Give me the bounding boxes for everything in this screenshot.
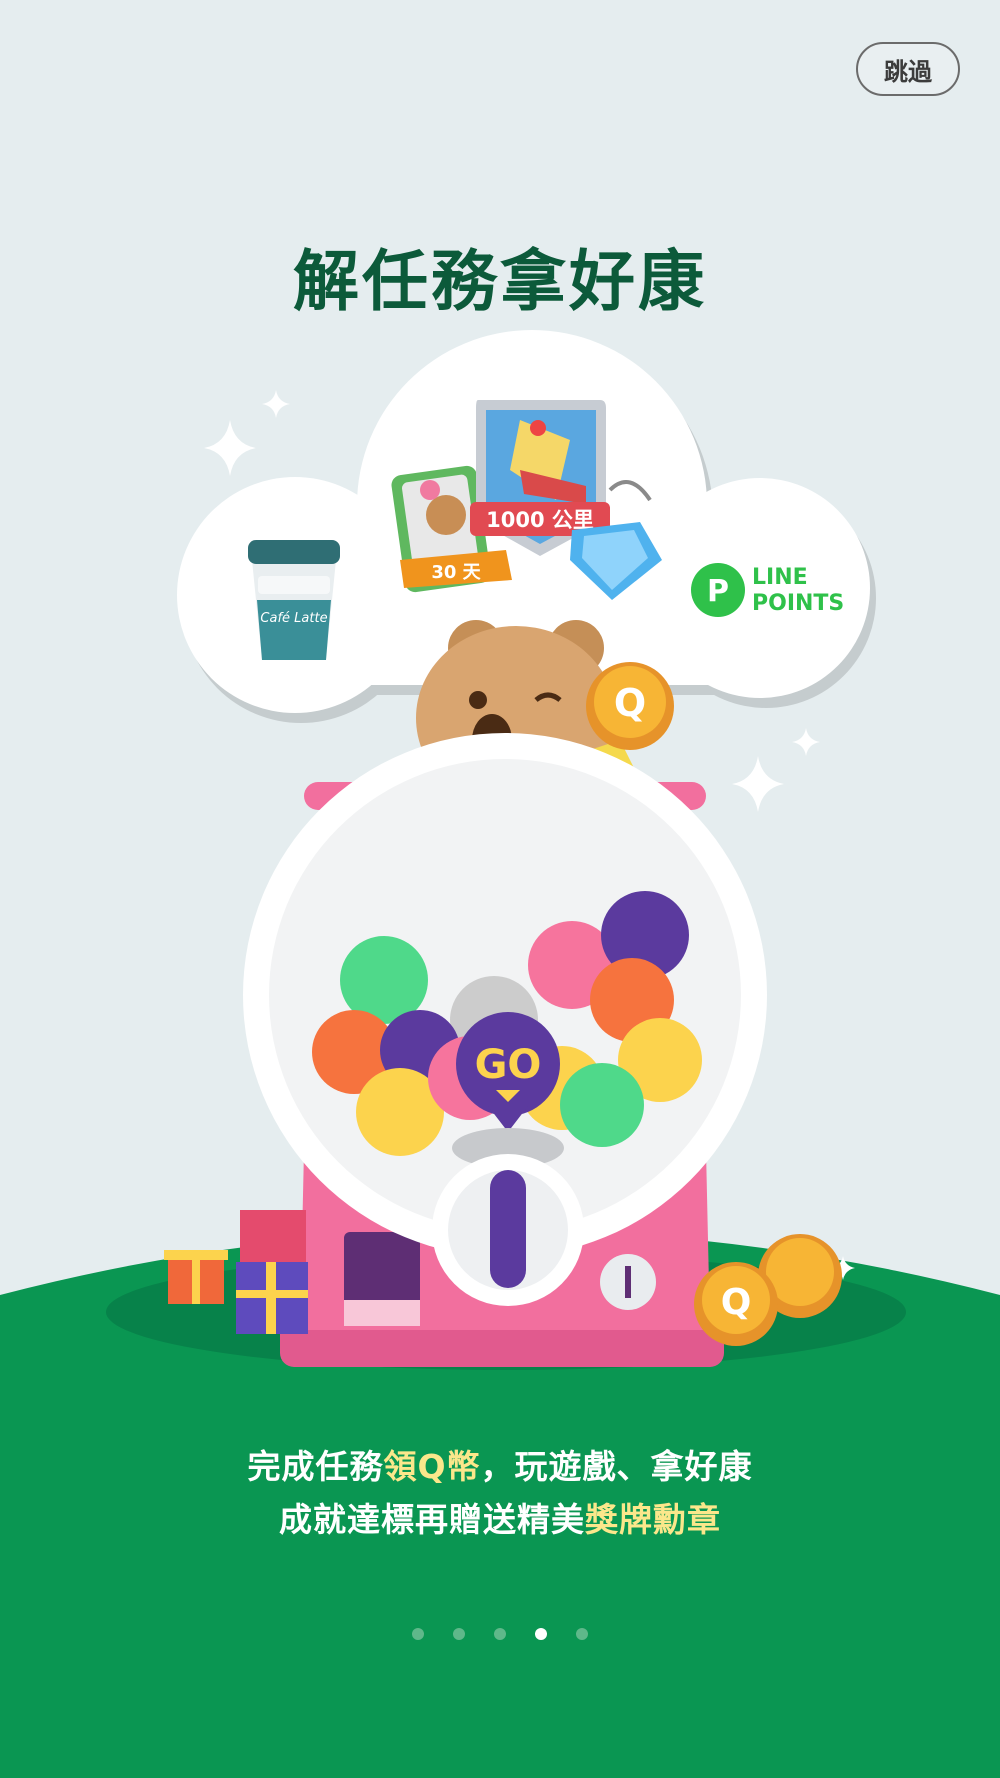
pagination-dot[interactable] [412,1628,424,1640]
svg-text:P: P [707,574,729,609]
coffee-cup-image: Café Latte [248,540,340,660]
svg-text:1000 公里: 1000 公里 [486,508,594,532]
page-title: 解任務拿好康 [293,243,707,320]
skip-button[interactable]: 跳過 [856,42,960,96]
caption-highlight: 獎牌勳章 [585,1500,721,1539]
svg-text:Q: Q [614,681,646,725]
caption-text: 完成任務 [247,1447,384,1486]
svg-text:Café Latte: Café Latte [260,611,327,626]
svg-text:POINTS: POINTS [752,591,844,616]
caption-line-1: 完成任務領Q幣，玩遊戲、拿好康 [0,1440,1000,1493]
svg-text:30 天: 30 天 [431,562,481,583]
coin-icon: Q [586,662,674,750]
caption-highlight: 領Q幣 [383,1447,481,1486]
pagination-dots [0,1628,1000,1640]
pagination-dot[interactable] [494,1628,506,1640]
caption: 完成任務領Q幣，玩遊戲、拿好康 成就達標再贈送精美獎牌勳章 [0,1440,1000,1546]
svg-text:Q: Q [721,1282,752,1323]
pagination-dot[interactable] [453,1628,465,1640]
pagination-dot-active[interactable] [535,1628,547,1640]
caption-line-2: 成就達標再贈送精美獎牌勳章 [0,1493,1000,1546]
caption-text: 成就達標再贈送精美 [279,1500,585,1539]
svg-text:LINE: LINE [752,565,808,590]
caption-text: ，玩遊戲、拿好康 [480,1447,753,1486]
svg-text:GO: GO [475,1042,542,1088]
pagination-dot[interactable] [576,1628,588,1640]
gachapon-machine: GO [243,733,767,1367]
